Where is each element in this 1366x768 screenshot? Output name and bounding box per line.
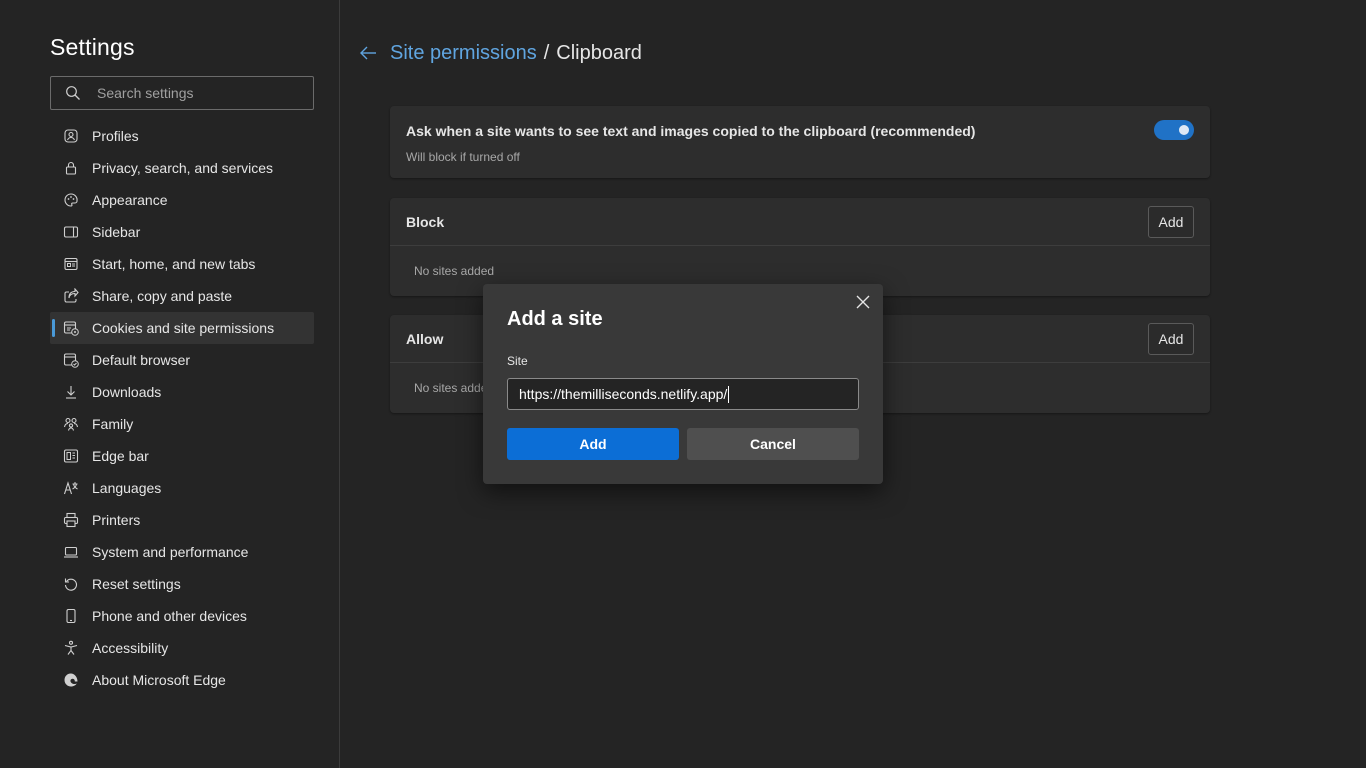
sidebar-item-label: Profiles [92,128,139,144]
sidebar-nav: Profiles Privacy, search, and services A… [50,120,314,696]
family-icon [63,416,79,432]
sidebar-item-reset[interactable]: Reset settings [50,568,314,600]
sidebar-item-share-copy[interactable]: Share, copy and paste [50,280,314,312]
sidebar: Settings Profiles Privacy, search, and s… [0,0,340,768]
clipboard-ask-card: Ask when a site wants to see text and im… [390,106,1210,178]
lock-icon [63,160,79,176]
sidebar-item-label: Sidebar [92,224,141,240]
cookies-permissions-icon [63,320,79,336]
search-input[interactable] [97,85,297,101]
settings-title: Settings [50,34,135,60]
back-arrow-icon[interactable] [358,43,378,63]
breadcrumb-site-permissions-link[interactable]: Site permissions [390,42,537,65]
edge-logo-icon [63,672,79,688]
sidebar-item-label: System and performance [92,544,249,560]
sidebar-item-profiles[interactable]: Profiles [50,120,314,152]
sidebar-item-languages[interactable]: Languages [50,472,314,504]
sidebar-item-label: About Microsoft Edge [92,672,226,688]
sidebar-item-label: Languages [92,480,162,496]
sidebar-item-label: Edge bar [92,448,149,464]
palette-icon [63,192,79,208]
sidebar-item-label: Accessibility [92,640,169,656]
languages-icon [63,480,79,496]
reset-icon [63,576,79,592]
accessibility-icon [63,640,79,656]
home-tabs-icon [63,256,79,272]
block-empty-text: No sites added [414,264,495,278]
search-icon [65,85,81,101]
toggle-knob [1179,125,1189,135]
default-browser-icon [63,352,79,368]
ask-setting-title: Ask when a site wants to see text and im… [406,123,976,139]
dialog-cancel-button[interactable]: Cancel [687,428,859,460]
sidebar-item-label: Privacy, search, and services [92,160,274,176]
text-caret [728,385,730,403]
site-input[interactable]: https://themilliseconds.netlify.app/ [507,378,859,410]
sidebar-item-start-home[interactable]: Start, home, and new tabs [50,248,314,280]
laptop-icon [63,544,79,560]
sidebar-item-sidebar[interactable]: Sidebar [50,216,314,248]
sidebar-item-label: Phone and other devices [92,608,247,624]
sidebar-item-label: Downloads [92,384,162,400]
sidebar-item-accessibility[interactable]: Accessibility [50,632,314,664]
sidebar-item-system[interactable]: System and performance [50,536,314,568]
ask-setting-subtitle: Will block if turned off [406,150,520,164]
sidebar-item-label: Cookies and site permissions [92,320,275,336]
search-box[interactable] [50,76,314,110]
sidebar-item-privacy[interactable]: Privacy, search, and services [50,152,314,184]
breadcrumb-separator: / [543,41,550,64]
block-add-button[interactable]: Add [1148,206,1194,238]
breadcrumb: Site permissions / Clipboard [358,38,642,68]
page-title: Clipboard [556,41,642,64]
dialog-title: Add a site [507,308,603,330]
sidebar-item-edge-bar[interactable]: Edge bar [50,440,314,472]
allow-add-button[interactable]: Add [1148,323,1194,355]
site-field-label: Site [507,354,528,368]
sidebar-item-family[interactable]: Family [50,408,314,440]
download-icon [63,384,79,400]
block-card-header: Block Add [390,198,1210,246]
sidebar-item-phone[interactable]: Phone and other devices [50,600,314,632]
dialog-add-button[interactable]: Add [507,428,679,460]
sidebar-item-cookies[interactable]: Cookies and site permissions [50,312,314,344]
sidebar-item-about[interactable]: About Microsoft Edge [50,664,314,696]
close-icon[interactable] [855,294,871,310]
sidebar-item-label: Start, home, and new tabs [92,256,256,272]
phone-icon [63,608,79,624]
settings-page: Settings Profiles Privacy, search, and s… [0,0,1366,768]
block-card: Block Add No sites added [390,198,1210,296]
share-icon [63,288,79,304]
sidebar-item-label: Reset settings [92,576,181,592]
site-input-value: https://themilliseconds.netlify.app/ [519,386,728,402]
sidebar-item-label: Appearance [92,192,168,208]
sidebar-item-label: Share, copy and paste [92,288,233,304]
allow-label: Allow [406,331,444,347]
sidebar-item-label: Family [92,416,134,432]
add-site-dialog: Add a site Site https://themilliseconds.… [483,284,883,484]
sidebar-item-printers[interactable]: Printers [50,504,314,536]
sidebar-item-label: Default browser [92,352,191,368]
sidebar-item-appearance[interactable]: Appearance [50,184,314,216]
printer-icon [63,512,79,528]
sidebar-item-label: Printers [92,512,141,528]
ask-toggle[interactable] [1154,120,1194,140]
edge-bar-icon [63,448,79,464]
sidebar-icon [63,224,79,240]
sidebar-item-default-browser[interactable]: Default browser [50,344,314,376]
sidebar-item-downloads[interactable]: Downloads [50,376,314,408]
profile-icon [63,128,79,144]
block-label: Block [406,214,445,230]
